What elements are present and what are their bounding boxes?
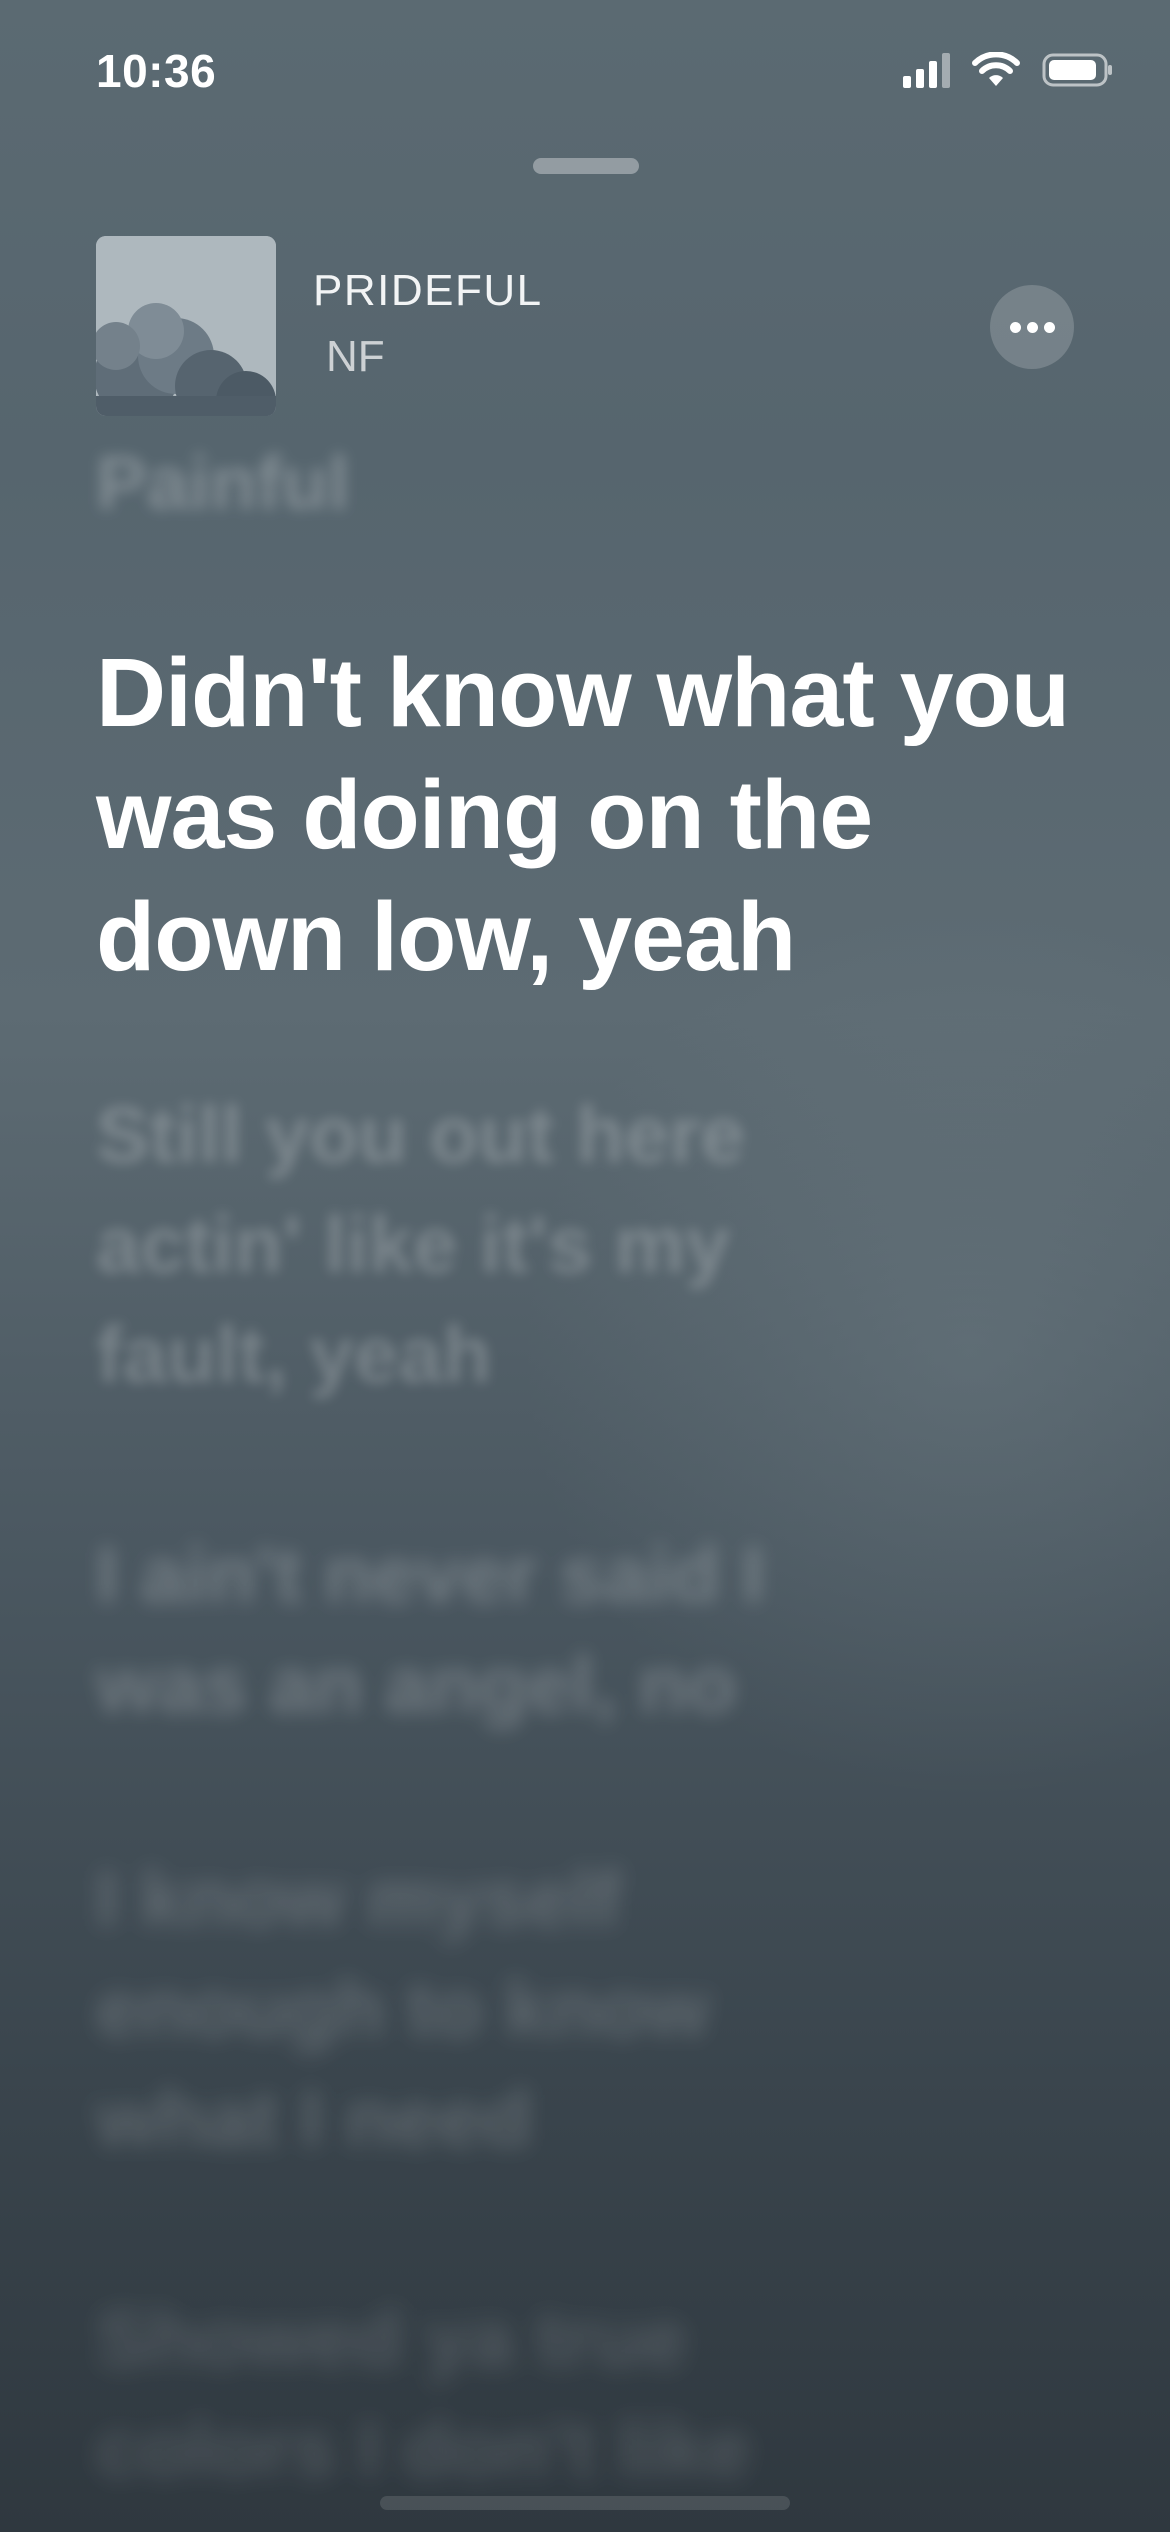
sheet-grabber[interactable] [533,158,639,174]
status-icons [903,52,1114,88]
track-artist[interactable]: NF [326,332,385,382]
track-title[interactable]: PRIDEFUL [313,266,543,316]
wifi-icon [972,52,1020,86]
lyric-line-previous[interactable]: Painful [96,446,349,522]
cloud-artwork [96,236,276,416]
ellipsis-icon [1009,321,1021,333]
lyric-line[interactable]: Still you out here actin' like it's my f… [96,1080,856,1410]
cellular-signal-icon [903,52,950,88]
lyric-line[interactable]: I ain't never said I was an angel, no [96,1520,856,1740]
home-indicator[interactable] [380,2496,790,2510]
lyrics-screen: 10:36 PRIDEFUL NF Painful Didn't know wh… [0,0,1170,2532]
status-time: 10:36 [96,45,217,97]
status-bar: 10:36 [0,0,1170,140]
battery-icon [1042,53,1112,87]
lyric-line[interactable]: I know myself enough to know what I need [96,1844,856,2174]
more-options-button[interactable] [990,285,1074,369]
lyric-line-current[interactable]: Didn't know what you was doing on the do… [96,632,1106,998]
lyric-line[interactable]: Showed ya true colors I don't like [96,2284,856,2504]
album-artwork[interactable] [96,236,276,416]
